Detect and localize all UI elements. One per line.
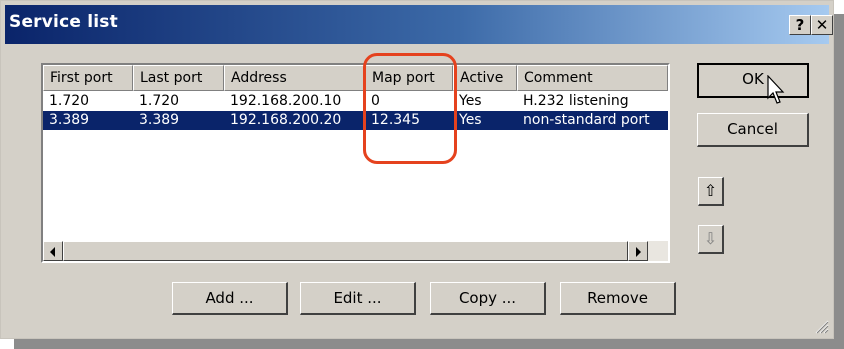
cell-comment: non-standard port — [523, 112, 650, 128]
arrow-left-icon — [50, 247, 55, 257]
cell-address: 192.168.200.20 — [230, 112, 342, 128]
arrow-up-icon: ⇧ — [703, 181, 718, 200]
cell-address: 192.168.200.10 — [230, 93, 342, 109]
column-header-active[interactable]: Active — [453, 65, 517, 91]
table-row[interactable]: 1.720 1.720 192.168.200.10 0 Yes H.232 l… — [43, 92, 668, 111]
cancel-button[interactable]: Cancel — [697, 113, 809, 147]
arrow-down-icon: ⇩ — [703, 229, 718, 248]
list-header: First port Last port Address Map port Ac… — [43, 65, 668, 91]
column-header-address[interactable]: Address — [224, 65, 365, 91]
resize-grip-icon[interactable] — [813, 318, 829, 334]
horizontal-scrollbar[interactable] — [43, 241, 668, 261]
service-list-view[interactable]: First port Last port Address Map port Ac… — [41, 63, 670, 263]
column-header-last-port[interactable]: Last port — [133, 65, 224, 91]
move-down-button[interactable]: ⇩ — [698, 225, 724, 254]
column-header-first-port[interactable]: First port — [43, 65, 133, 91]
table-row-selected[interactable]: 3.389 3.389 192.168.200.20 12.345 Yes no… — [43, 111, 668, 130]
cell-last-port: 3.389 — [139, 112, 180, 128]
window-title: Service list — [9, 12, 118, 32]
help-button[interactable]: ? — [789, 15, 811, 35]
edit-button[interactable]: Edit ... — [300, 282, 416, 315]
scroll-left-button[interactable] — [43, 241, 63, 261]
title-bar: Service list ? ✕ — [5, 5, 833, 44]
cell-comment: H.232 listening — [523, 93, 629, 109]
ok-button[interactable]: OK — [697, 63, 809, 98]
service-list-dialog: Service list ? ✕ First port Last port Ad… — [0, 0, 834, 339]
mouse-cursor-icon — [767, 75, 785, 104]
cell-active: Yes — [459, 93, 482, 109]
cell-last-port: 1.720 — [139, 93, 180, 109]
scroll-right-button[interactable] — [628, 241, 648, 261]
copy-button[interactable]: Copy ... — [430, 282, 546, 315]
remove-button[interactable]: Remove — [560, 282, 676, 315]
cell-active: Yes — [459, 112, 482, 128]
scroll-thumb[interactable] — [63, 241, 628, 261]
map-port-highlight — [363, 53, 457, 164]
cell-first-port: 3.389 — [49, 112, 90, 128]
close-button[interactable]: ✕ — [811, 15, 833, 35]
cell-first-port: 1.720 — [49, 93, 90, 109]
arrow-right-icon — [636, 247, 641, 257]
move-up-button[interactable]: ⇧ — [698, 177, 724, 206]
add-button[interactable]: Add ... — [172, 282, 288, 315]
column-header-comment[interactable]: Comment — [517, 65, 668, 91]
